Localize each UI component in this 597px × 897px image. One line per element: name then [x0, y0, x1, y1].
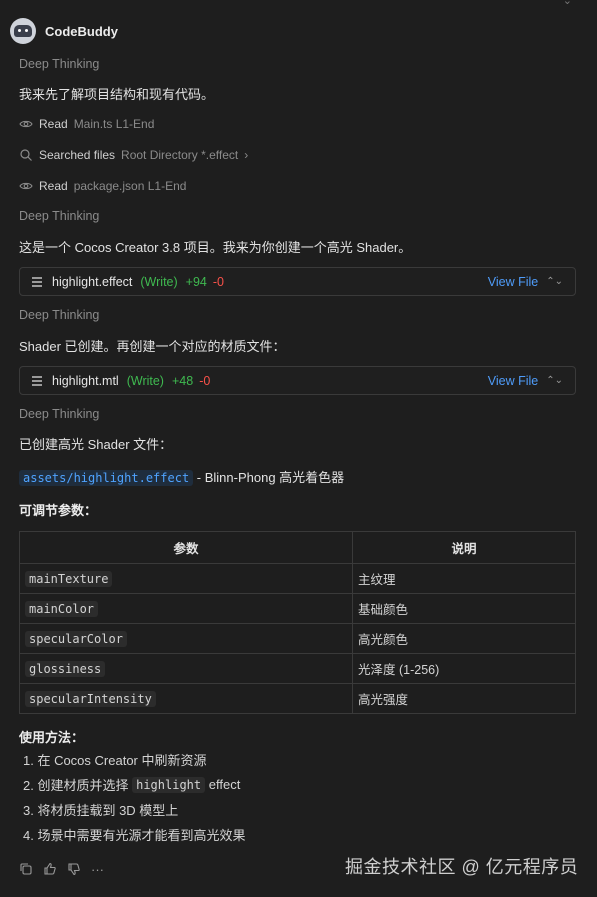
param-name: specularColor	[25, 630, 127, 647]
view-file-button[interactable]: View File	[488, 275, 538, 289]
table-row: specularColor 高光颜色	[19, 623, 576, 654]
tool-verb: Searched files	[39, 148, 116, 162]
table-row: mainTexture 主纹理	[19, 563, 576, 594]
table-row: mainColor 基础颜色	[19, 593, 576, 624]
deep-thinking-toggle-3[interactable]: Deep Thinking	[19, 308, 99, 322]
file-icon	[32, 375, 42, 386]
list-item: 1. 在 Cocos Creator 中刷新资源	[23, 753, 207, 768]
asset-description: - Blinn-Phong 高光着色器	[193, 470, 345, 485]
param-cell: mainTexture	[19, 563, 353, 594]
param-description: 光泽度 (1-256)	[352, 653, 576, 684]
message-2: 这是一个 Cocos Creator 3.8 项目。我来为你创建一个高光 Sha…	[19, 240, 412, 255]
message-4: 已创建高光 Shader 文件：	[19, 437, 173, 452]
assistant-header: CodeBuddy	[10, 18, 118, 44]
param-name: glossiness	[25, 660, 106, 677]
param-name: mainTexture	[25, 570, 113, 587]
list-item: 3. 将材质挂载到 3D 模型上	[23, 803, 179, 818]
lines-added: +94	[185, 274, 207, 289]
tool-search-files[interactable]: Searched files Root Directory *.effect ›	[19, 148, 248, 162]
step-text: effect	[208, 777, 241, 792]
corner-glyph: ⌄	[562, 0, 572, 7]
inline-code: highlight	[132, 776, 206, 793]
file-card-highlight-mtl: highlight.mtl (Write) +48 -0 View File ⌃…	[19, 366, 576, 395]
table-header-row: 参数 说明	[19, 531, 576, 564]
tool-verb: Read	[39, 179, 68, 193]
param-description: 基础颜色	[352, 593, 576, 624]
param-description: 高光颜色	[352, 623, 576, 654]
message-1: 我来先了解项目结构和现有代码。	[19, 87, 215, 102]
assistant-name: CodeBuddy	[45, 23, 118, 39]
view-file-button[interactable]: View File	[488, 374, 538, 388]
param-cell: specularColor	[19, 623, 353, 654]
param-name: mainColor	[25, 600, 99, 617]
tool-meta: Main.ts L1-End	[73, 117, 155, 131]
param-description: 高光强度	[352, 683, 576, 714]
copy-icon[interactable]	[19, 862, 33, 879]
usage-steps: 1. 在 Cocos Creator 中刷新资源 2. 创建材质并选择 high…	[23, 747, 245, 847]
param-cell: glossiness	[19, 653, 353, 684]
lines-removed: -0	[199, 373, 211, 388]
expand-icon[interactable]: ⌃⌄	[546, 276, 563, 287]
file-card-highlight-effect: highlight.effect (Write) +94 -0 View Fil…	[19, 267, 576, 296]
watermark: 掘金技术社区 @ 亿元程序员	[345, 857, 579, 877]
eye-icon	[19, 117, 33, 131]
file-operation: (Write)	[126, 373, 164, 388]
table-row: specularIntensity 高光强度	[19, 683, 576, 714]
tool-meta: Root Directory *.effect	[121, 148, 239, 162]
tool-read-main[interactable]: Read Main.ts L1-End	[19, 117, 154, 131]
message-3: Shader 已创建。再创建一个对应的材质文件：	[19, 339, 286, 354]
thumbs-down-icon[interactable]	[67, 862, 81, 879]
params-heading: 可调节参数：	[19, 503, 98, 518]
thumbs-up-icon[interactable]	[43, 862, 57, 879]
usage-heading: 使用方法：	[19, 730, 85, 745]
tool-meta: package.json L1-End	[73, 179, 187, 193]
table-row: glossiness 光泽度 (1-256)	[19, 653, 576, 684]
table-header: 参数	[19, 531, 353, 564]
param-cell: mainColor	[19, 593, 353, 624]
list-item: 4. 场景中需要有光源才能看到高光效果	[23, 828, 246, 843]
eye-icon	[19, 179, 33, 193]
message-actions: ···	[19, 862, 104, 879]
codebuddy-avatar-icon	[10, 18, 36, 44]
deep-thinking-toggle-4[interactable]: Deep Thinking	[19, 407, 99, 421]
param-description: 主纹理	[352, 563, 576, 594]
param-cell: specularIntensity	[19, 683, 353, 714]
expand-icon[interactable]: ⌃⌄	[546, 375, 563, 386]
more-icon[interactable]: ···	[91, 862, 104, 879]
file-operation: (Write)	[140, 274, 178, 289]
list-item: 2. 创建材质并选择 highlight effect	[23, 772, 245, 797]
table-header: 说明	[352, 531, 576, 564]
lines-added: +48	[171, 373, 194, 388]
tool-read-package[interactable]: Read package.json L1-End	[19, 179, 186, 193]
tool-verb: Read	[39, 117, 68, 131]
deep-thinking-toggle-2[interactable]: Deep Thinking	[19, 209, 99, 223]
chevron-right-icon: ›	[244, 148, 249, 162]
lines-removed: -0	[212, 274, 224, 289]
step-text: 2. 创建材质并选择	[23, 778, 129, 793]
file-name: highlight.mtl	[52, 373, 119, 388]
asset-path[interactable]: assets/highlight.effect	[19, 470, 194, 486]
file-name: highlight.effect	[52, 274, 133, 289]
file-icon	[32, 276, 42, 287]
asset-line: assets/highlight.effect - Blinn-Phong 高光…	[19, 467, 344, 486]
param-name: specularIntensity	[25, 690, 156, 707]
search-icon	[19, 148, 33, 162]
params-table: 参数 说明 mainTexture 主纹理 mainColor 基础颜色 spe…	[19, 531, 576, 714]
deep-thinking-toggle-1[interactable]: Deep Thinking	[19, 57, 99, 71]
